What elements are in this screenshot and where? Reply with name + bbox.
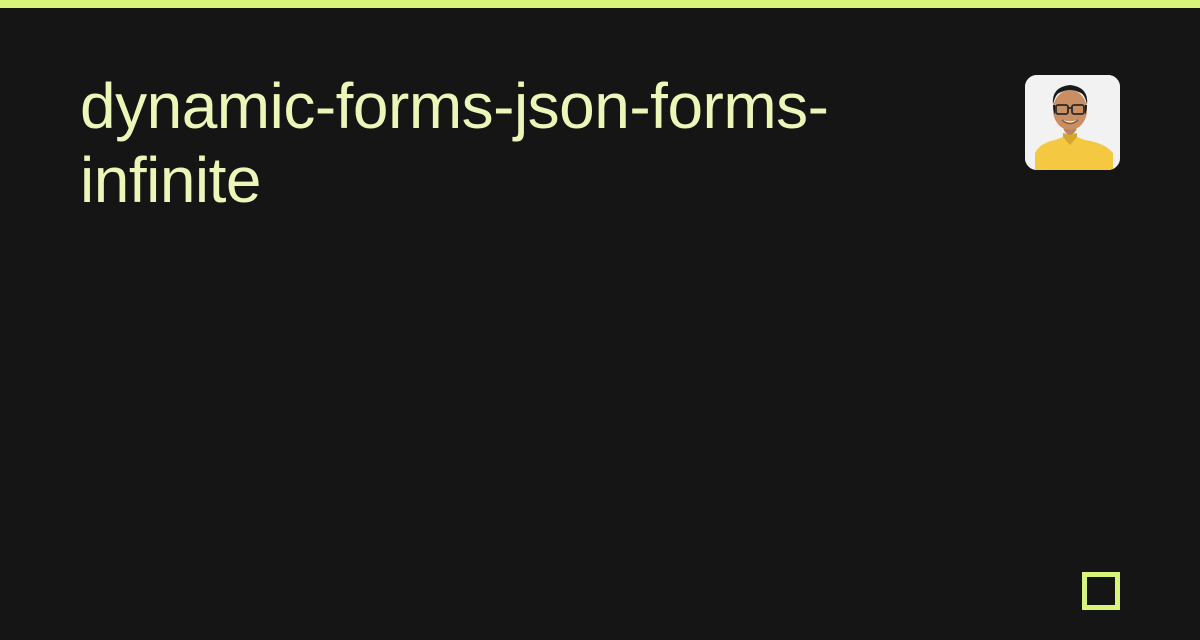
square-outline-icon [1082,572,1120,610]
accent-top-bar [0,0,1200,8]
avatar [1025,75,1120,170]
avatar-image [1025,75,1120,170]
page-title: dynamic-forms-json-forms-infinite [80,70,980,217]
main-content: dynamic-forms-json-forms-infinite [0,8,1200,217]
